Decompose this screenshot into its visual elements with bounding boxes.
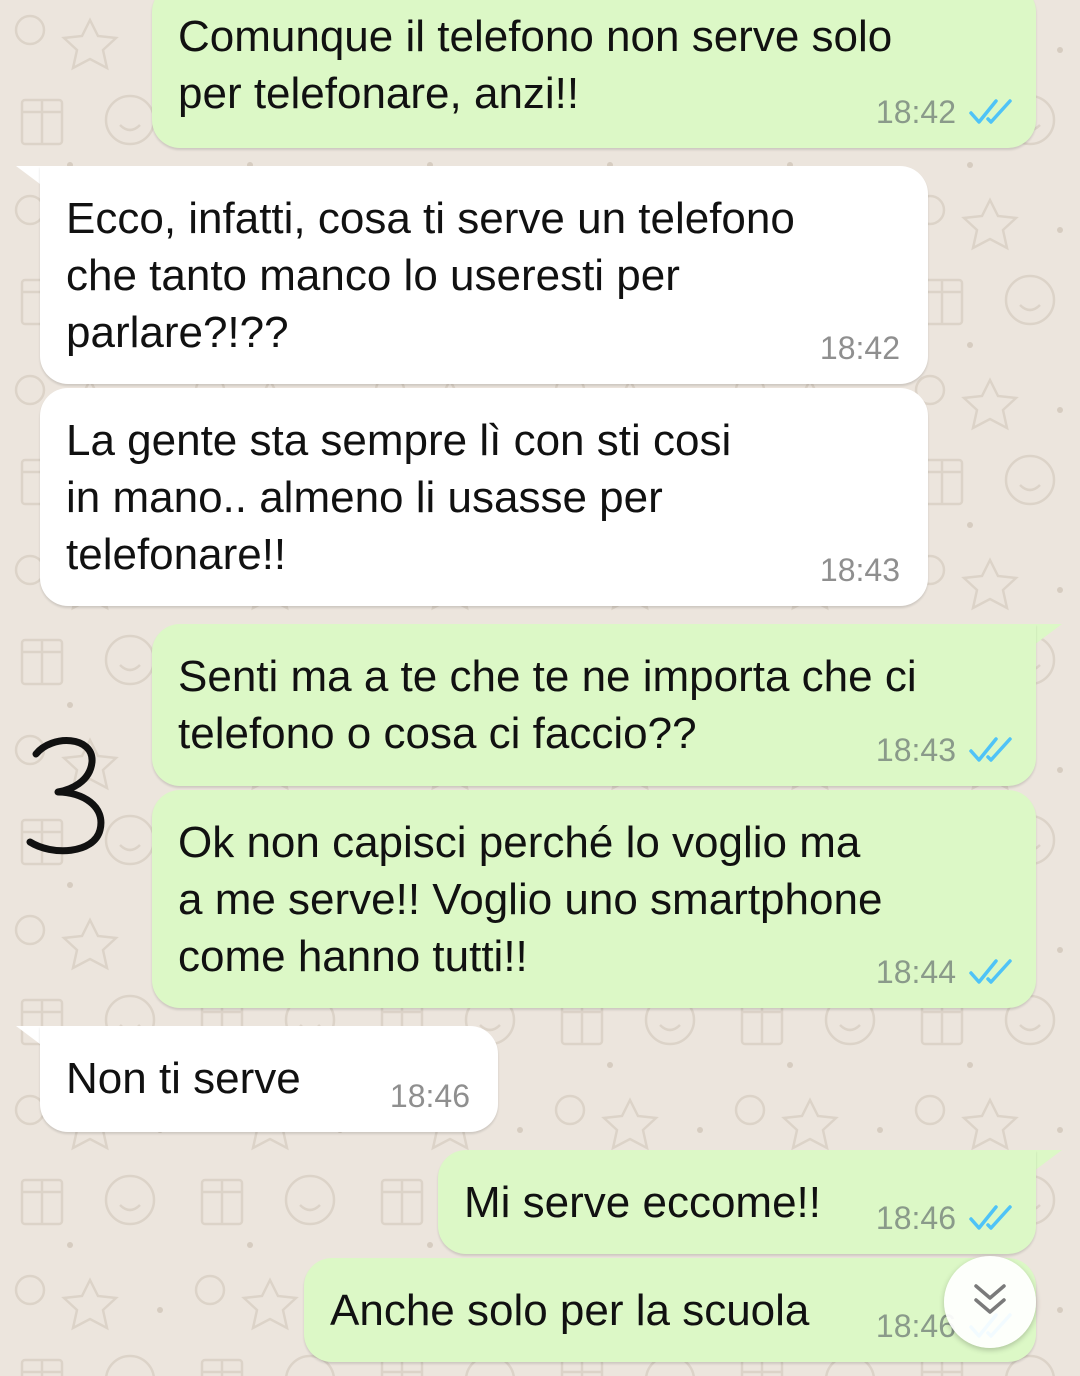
- message-time: 18:42: [875, 94, 956, 130]
- message-time: 18:43: [875, 732, 956, 768]
- read-receipt-double-check-icon: [968, 1205, 1014, 1231]
- message-time: 18:43: [819, 552, 900, 588]
- read-receipt-double-check-icon: [968, 959, 1014, 985]
- message-bubble-incoming[interactable]: Non ti serve 18:46: [40, 1026, 498, 1132]
- message-text: Ecco, infatti, cosa ti serve un telefono…: [66, 194, 795, 357]
- read-receipt-double-check-icon: [968, 737, 1014, 763]
- message-bubble-outgoing[interactable]: Ok non capisci perché lo voglio ma a me …: [152, 790, 1036, 1008]
- double-chevron-down-icon: [970, 1282, 1010, 1323]
- scroll-to-bottom-button[interactable]: [944, 1256, 1036, 1348]
- message-bubble-outgoing[interactable]: Senti ma a te che te ne importa che ci t…: [152, 624, 1036, 786]
- message-time: 18:44: [875, 954, 956, 990]
- read-receipt-double-check-icon: [968, 99, 1014, 125]
- message-time: 18:46: [875, 1200, 956, 1236]
- handwritten-number-annotation: [26, 737, 105, 855]
- message-time: 18:42: [819, 330, 900, 366]
- message-bubble-outgoing[interactable]: Mi serve eccome!! 18:46: [438, 1150, 1036, 1254]
- message-text: La gente sta sempre lì con sti cosi in m…: [66, 416, 732, 579]
- message-bubble-outgoing[interactable]: Comunque il telefono non serve solo per …: [152, 0, 1036, 148]
- message-bubble-outgoing[interactable]: Anche solo per la scuola 18:46: [304, 1258, 1036, 1362]
- message-time: 18:46: [389, 1078, 470, 1114]
- message-bubble-incoming[interactable]: La gente sta sempre lì con sti cosi in m…: [40, 388, 928, 606]
- message-bubble-incoming[interactable]: Ecco, infatti, cosa ti serve un telefono…: [40, 166, 928, 384]
- message-time: 18:46: [875, 1308, 956, 1344]
